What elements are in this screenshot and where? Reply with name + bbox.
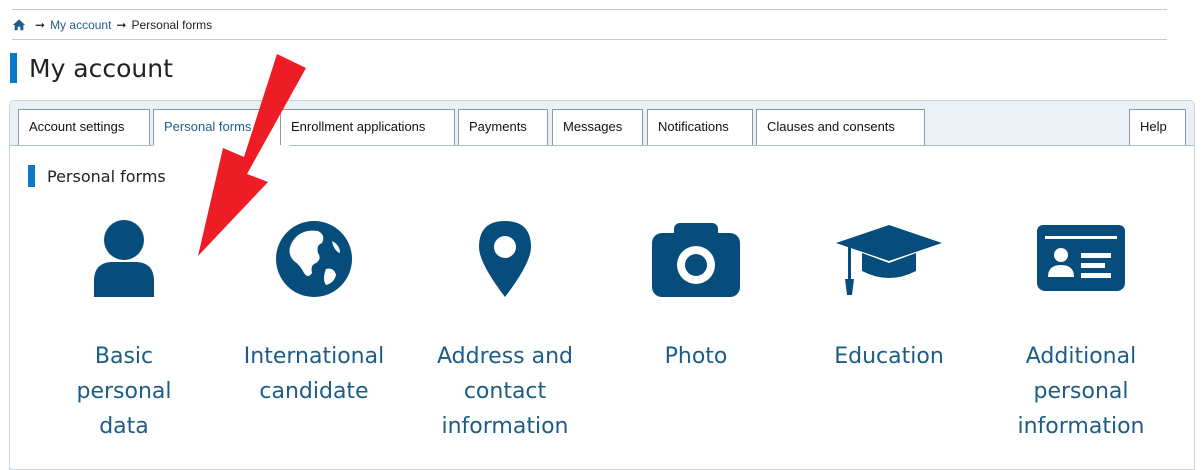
camera-icon — [652, 223, 740, 297]
tab-help[interactable]: Help — [1129, 109, 1186, 145]
tile-label: Basic personal data — [76, 344, 172, 439]
breadcrumb-current: Personal forms — [131, 17, 213, 32]
breadcrumb-separator: ➞ — [116, 17, 127, 32]
map-pin-icon — [479, 221, 531, 297]
breadcrumb-separator: ➞ — [35, 17, 46, 32]
tile-label: Address and contact information — [437, 344, 573, 439]
id-card-icon — [1037, 225, 1125, 291]
breadcrumb-link-my-account[interactable]: My account — [50, 10, 111, 40]
page-title-text: My account — [29, 53, 173, 83]
tile-label: Photo — [664, 344, 728, 369]
tab-payments[interactable]: Payments — [458, 109, 548, 145]
tab-account-settings[interactable]: Account settings — [18, 109, 150, 145]
title-accent-bar — [10, 53, 17, 83]
tile-education[interactable]: Education — [799, 219, 979, 374]
section-title: Personal forms — [28, 165, 166, 187]
tile-label: International candidate — [243, 344, 385, 404]
tile-label: Additional personal information — [1017, 344, 1145, 439]
tab-clauses-and-consents[interactable]: Clauses and consents — [756, 109, 925, 145]
tile-additional-personal-information[interactable]: Additional personal information — [991, 219, 1171, 444]
tile-label: Education — [834, 344, 944, 369]
tile-address-and-contact[interactable]: Address and contact information — [415, 219, 595, 444]
user-icon — [94, 220, 154, 297]
section-title-text: Personal forms — [47, 166, 166, 186]
tile-photo[interactable]: Photo — [606, 219, 786, 374]
annotation-arrow — [198, 54, 306, 256]
page-title: My account — [10, 52, 173, 84]
tab-messages[interactable]: Messages — [552, 109, 643, 145]
tab-notifications[interactable]: Notifications — [647, 109, 753, 145]
home-icon[interactable] — [12, 18, 26, 32]
breadcrumb: ➞ My account ➞ Personal forms — [12, 9, 1167, 40]
graduation-cap-icon — [836, 225, 942, 295]
section-accent-bar — [28, 165, 35, 187]
